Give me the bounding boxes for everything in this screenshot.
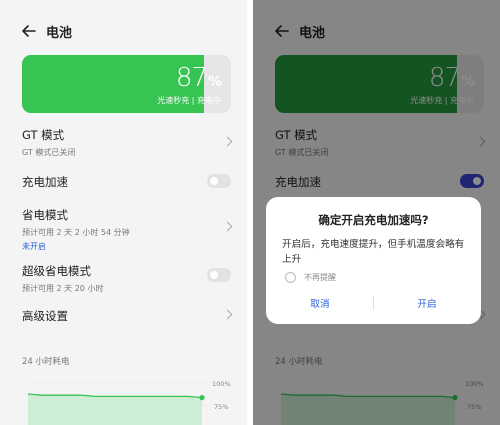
y-tick-100: 100%: [212, 380, 231, 388]
y-tick-75: 75%: [214, 403, 228, 411]
usage-title: 24 小时耗电: [22, 357, 70, 367]
battery-percent: 87%: [175, 63, 222, 93]
battery-screen-left: 电池 87% 光速秒充 | 充电中 GT 模式 GT 模式已关闭 充电加速 省电…: [0, 0, 247, 425]
power-saving-row[interactable]: 省电模式 预计可用 2 天 2 小时 54 分钟 未开启: [22, 207, 233, 252]
usage-area: [28, 394, 202, 425]
usage-point: [199, 395, 205, 401]
power-saving-status: 未开启: [22, 242, 46, 251]
usage-chart: 100% 75%: [27, 380, 231, 425]
charge-boost-toggle[interactable]: [207, 174, 231, 188]
super-power-saving-label: 超级省电模式: [22, 264, 91, 278]
charge-boost-dialog: 确定开启充电加速吗? 开启后，充电速度提升，但手机温度会略有上升 不再提醒 取消…: [266, 197, 481, 324]
dialog-buttons: 取消 开启: [266, 295, 481, 313]
button-divider: [373, 297, 374, 310]
power-saving-label: 省电模式: [22, 208, 68, 222]
back-arrow-icon[interactable]: [20, 22, 38, 40]
toggle-knob: [210, 271, 218, 279]
top-bar: 电池: [0, 18, 247, 46]
charge-boost-row: 充电加速: [22, 174, 231, 190]
advanced-settings-row[interactable]: 高级设置: [22, 308, 233, 324]
cancel-button[interactable]: 取消: [280, 296, 360, 310]
power-saving-sub: 预计可用 2 天 2 小时 54 分钟: [22, 228, 130, 237]
gt-mode-row[interactable]: GT 模式 GT 模式已关闭: [22, 127, 233, 158]
super-power-saving-sub: 预计可用 2 天 20 小时: [22, 284, 104, 293]
super-power-saving-toggle[interactable]: [207, 268, 231, 282]
advanced-settings-label: 高级设置: [22, 309, 68, 323]
dialog-title: 确定开启充电加速吗?: [318, 213, 429, 227]
battery-screen-right: 电池 87% 光速秒充 | 充电中 GT 模式 GT 模式已关闭 充电加速 高级…: [253, 0, 500, 425]
battery-level-card: 87% 光速秒充 | 充电中: [22, 55, 231, 113]
super-power-saving-row: 超级省电模式 预计可用 2 天 20 小时: [22, 263, 231, 294]
confirm-button[interactable]: 开启: [387, 296, 467, 310]
radio-icon: [285, 272, 296, 283]
charging-status: 光速秒充 | 充电中: [157, 96, 221, 105]
gt-mode-label: GT 模式: [22, 128, 65, 142]
dialog-body: 开启后，充电速度提升，但手机温度会略有上升: [282, 239, 465, 265]
gt-mode-sub: GT 模式已关闭: [22, 148, 76, 157]
dont-remind-checkbox[interactable]: 不再提醒: [285, 272, 336, 283]
charge-boost-label: 充电加速: [22, 175, 68, 189]
page-title: 电池: [46, 26, 73, 41]
toggle-knob: [210, 177, 218, 185]
dont-remind-label: 不再提醒: [304, 273, 336, 282]
